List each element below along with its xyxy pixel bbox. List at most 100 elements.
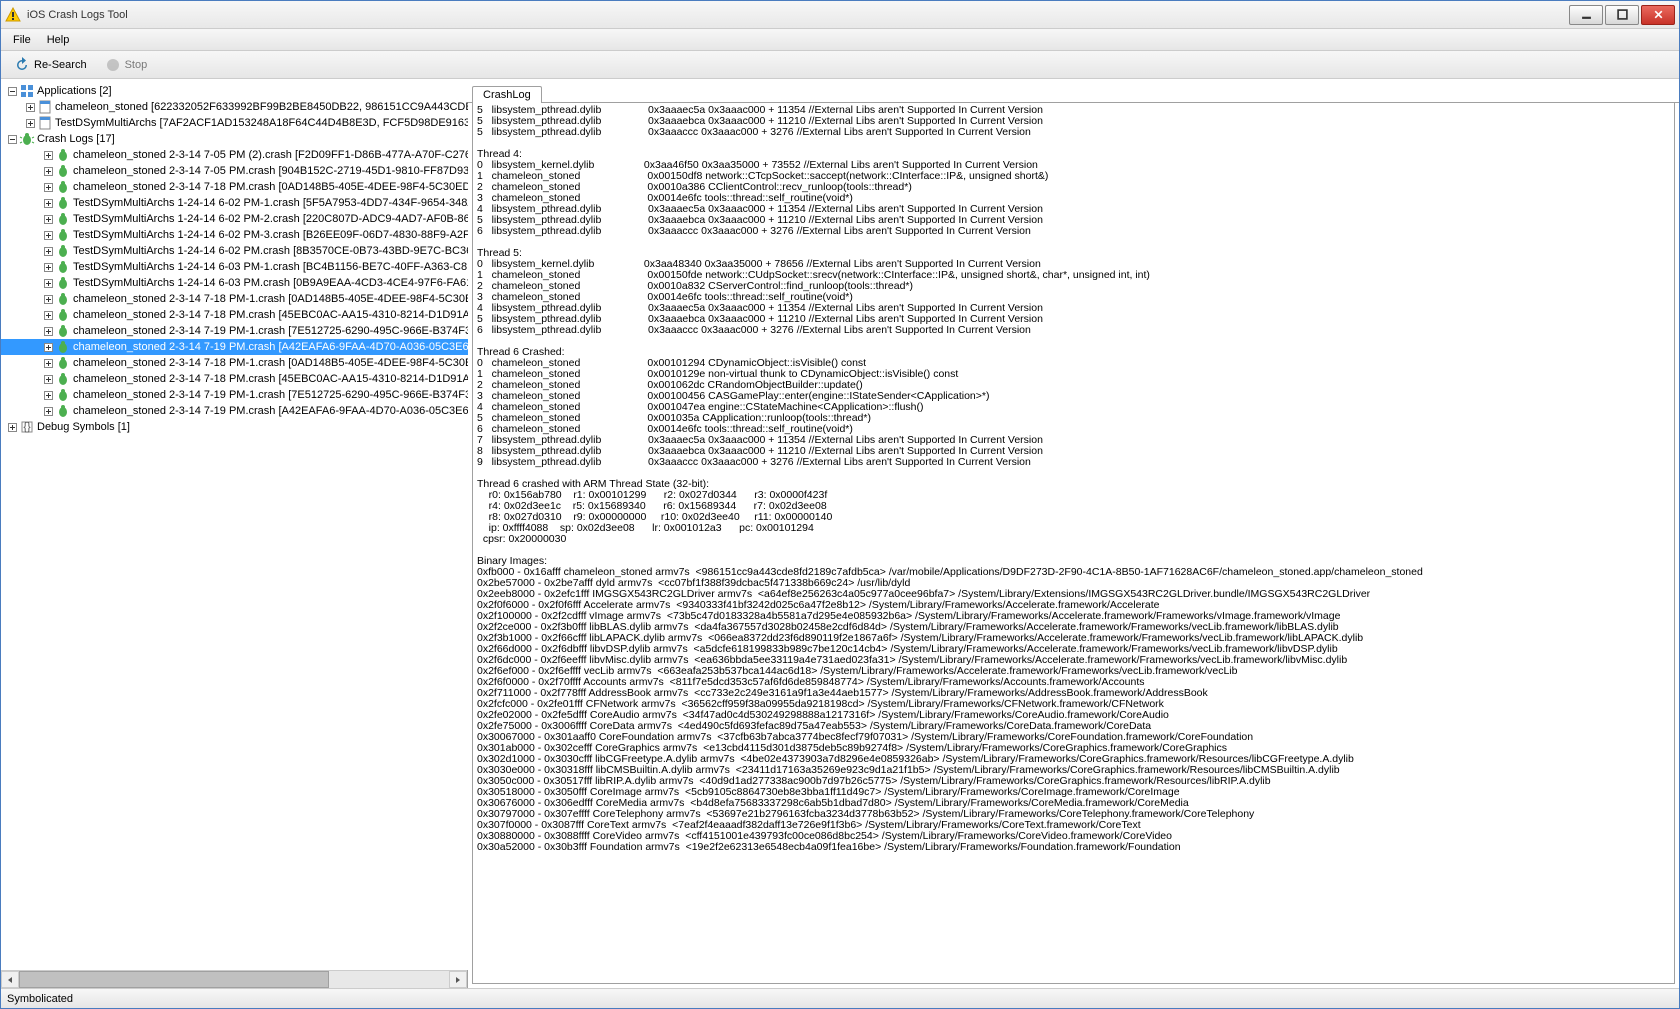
bug-icon xyxy=(55,195,71,211)
expander-icon[interactable] xyxy=(41,166,55,177)
tree-label: chameleon_stoned 2-3-14 7-18 PM-1.crash … xyxy=(73,291,468,307)
tree-crash-item[interactable]: chameleon_stoned 2-3-14 7-18 PM.crash [0… xyxy=(1,179,468,195)
tree-label: TestDSymMultiArchs 1-24-14 6-03 PM-1.cra… xyxy=(73,259,468,275)
tree-label: chameleon_stoned 2-3-14 7-18 PM.crash [0… xyxy=(73,179,468,195)
menu-help[interactable]: Help xyxy=(39,32,78,48)
tree-label: chameleon_stoned 2-3-14 7-19 PM.crash [A… xyxy=(73,403,468,419)
tree-label: chameleon_stoned 2-3-14 7-05 PM (2).cras… xyxy=(73,147,468,163)
scroll-thumb[interactable] xyxy=(19,971,329,988)
expander-icon[interactable] xyxy=(41,310,55,321)
bug-icon xyxy=(55,371,71,387)
expander-icon[interactable] xyxy=(5,134,19,145)
research-button[interactable]: Re-Search xyxy=(5,54,96,76)
tree-crash-item[interactable]: TestDSymMultiArchs 1-24-14 6-02 PM-1.cra… xyxy=(1,195,468,211)
window-title: iOS Crash Logs Tool xyxy=(27,9,128,21)
bug-icon xyxy=(55,291,71,307)
expander-icon[interactable] xyxy=(41,262,55,273)
tree-label: chameleon_stoned 2-3-14 7-18 PM.crash [4… xyxy=(73,371,468,387)
svg-text:{}: {} xyxy=(23,421,31,433)
tree-label: TestDSymMultiArchs 1-24-14 6-02 PM-2.cra… xyxy=(73,211,468,227)
tree-crash-item[interactable]: chameleon_stoned 2-3-14 7-05 PM.crash [9… xyxy=(1,163,468,179)
tree-crash-item[interactable]: TestDSymMultiArchs 1-24-14 6-02 PM-3.cra… xyxy=(1,227,468,243)
maximize-button[interactable] xyxy=(1605,5,1639,25)
tree-crash-item[interactable]: TestDSymMultiArchs 1-24-14 6-02 PM.crash… xyxy=(1,243,468,259)
tree-debugsymbols[interactable]: {} Debug Symbols [1] xyxy=(1,419,468,435)
bug-icon xyxy=(55,339,71,355)
bug-icon xyxy=(55,275,71,291)
bug-icon xyxy=(55,403,71,419)
minimize-button[interactable] xyxy=(1569,5,1603,25)
expander-icon[interactable] xyxy=(41,214,55,225)
expander-icon[interactable] xyxy=(23,118,37,129)
tree-crash-item[interactable]: chameleon_stoned 2-3-14 7-05 PM (2).cras… xyxy=(1,147,468,163)
refresh-icon xyxy=(14,57,30,73)
tree-crash-item[interactable]: TestDSymMultiArchs 1-24-14 6-02 PM-2.cra… xyxy=(1,211,468,227)
tree-crash-item[interactable]: chameleon_stoned 2-3-14 7-18 PM.crash [4… xyxy=(1,371,468,387)
bug-icon xyxy=(55,179,71,195)
expander-icon[interactable] xyxy=(41,294,55,305)
tree-label: chameleon_stoned 2-3-14 7-19 PM-1.crash … xyxy=(73,387,468,403)
tree-crash-item[interactable]: chameleon_stoned 2-3-14 7-19 PM-1.crash … xyxy=(1,387,468,403)
tree-crash-item[interactable]: chameleon_stoned 2-3-14 7-18 PM-1.crash … xyxy=(1,355,468,371)
expander-icon[interactable] xyxy=(41,182,55,193)
bug-icon xyxy=(55,259,71,275)
research-label: Re-Search xyxy=(34,59,87,71)
tree-label: chameleon_stoned 2-3-14 7-19 PM.crash [A… xyxy=(73,339,468,355)
menu-file[interactable]: File xyxy=(5,32,39,48)
expander-icon[interactable] xyxy=(41,406,55,417)
titlebar: iOS Crash Logs Tool xyxy=(1,1,1679,29)
bug-icon xyxy=(55,227,71,243)
tree-label: chameleon_stoned [622332052F633992BF99B2… xyxy=(55,99,468,115)
tree-label: Crash Logs [17] xyxy=(37,131,115,147)
tree-crash-item[interactable]: chameleon_stoned 2-3-14 7-19 PM-1.crash … xyxy=(1,323,468,339)
bug-icon xyxy=(55,387,71,403)
tree[interactable]: Applications [2] chameleon_stoned [62233… xyxy=(1,79,468,970)
tree-app-item[interactable]: chameleon_stoned [622332052F633992BF99B2… xyxy=(1,99,468,115)
tree-crash-item[interactable]: chameleon_stoned 2-3-14 7-18 PM-1.crash … xyxy=(1,291,468,307)
tree-crash-item[interactable]: TestDSymMultiArchs 1-24-14 6-03 PM-1.cra… xyxy=(1,259,468,275)
expander-icon[interactable] xyxy=(5,86,19,97)
tree-label: Applications [2] xyxy=(37,83,112,99)
scroll-left-button[interactable] xyxy=(1,971,19,988)
tree-label: TestDSymMultiArchs 1-24-14 6-02 PM.crash… xyxy=(73,243,468,259)
apps-icon xyxy=(19,83,35,99)
expander-icon[interactable] xyxy=(41,358,55,369)
bug-icon xyxy=(19,131,35,147)
bug-icon xyxy=(55,323,71,339)
stop-button[interactable]: Stop xyxy=(96,54,157,76)
application-icon xyxy=(37,99,53,115)
tab-crashlog[interactable]: CrashLog xyxy=(472,86,542,103)
expander-icon[interactable] xyxy=(41,198,55,209)
expander-icon[interactable] xyxy=(41,150,55,161)
tree-applications[interactable]: Applications [2] xyxy=(1,83,468,99)
expander-icon[interactable] xyxy=(23,102,37,113)
expander-icon[interactable] xyxy=(5,422,19,433)
tree-crashlogs[interactable]: Crash Logs [17] xyxy=(1,131,468,147)
scroll-right-button[interactable] xyxy=(449,971,467,988)
expander-icon[interactable] xyxy=(41,278,55,289)
expander-icon[interactable] xyxy=(41,326,55,337)
tree-scrollbar[interactable] xyxy=(1,970,467,988)
statusbar: Symbolicated xyxy=(1,988,1679,1008)
tree-label: chameleon_stoned 2-3-14 7-18 PM.crash [4… xyxy=(73,307,468,323)
tree-crash-item[interactable]: chameleon_stoned 2-3-14 7-18 PM.crash [4… xyxy=(1,307,468,323)
bug-icon xyxy=(55,307,71,323)
tree-crash-item[interactable]: chameleon_stoned 2-3-14 7-19 PM.crash [A… xyxy=(1,403,468,419)
expander-icon[interactable] xyxy=(41,230,55,241)
tree-label: TestDSymMultiArchs [7AF2ACF1AD153248A18F… xyxy=(55,115,468,131)
expander-icon[interactable] xyxy=(41,390,55,401)
scroll-track[interactable] xyxy=(19,971,449,988)
close-button[interactable] xyxy=(1641,5,1675,25)
menubar: File Help xyxy=(1,29,1679,51)
stop-label: Stop xyxy=(125,59,148,71)
bug-icon xyxy=(55,163,71,179)
expander-icon[interactable] xyxy=(41,374,55,385)
tree-label: TestDSymMultiArchs 1-24-14 6-03 PM.crash… xyxy=(73,275,468,291)
crashlog-content[interactable]: 5 libsystem_pthread.dylib 0x3aaaec5a 0x3… xyxy=(472,102,1675,984)
expander-icon[interactable] xyxy=(41,246,55,257)
tree-crash-item[interactable]: TestDSymMultiArchs 1-24-14 6-03 PM.crash… xyxy=(1,275,468,291)
tree-app-item[interactable]: TestDSymMultiArchs [7AF2ACF1AD153248A18F… xyxy=(1,115,468,131)
expander-icon[interactable] xyxy=(41,342,55,353)
tree-label: Debug Symbols [1] xyxy=(37,419,130,435)
tree-crash-item-selected[interactable]: chameleon_stoned 2-3-14 7-19 PM.crash [A… xyxy=(1,339,468,355)
